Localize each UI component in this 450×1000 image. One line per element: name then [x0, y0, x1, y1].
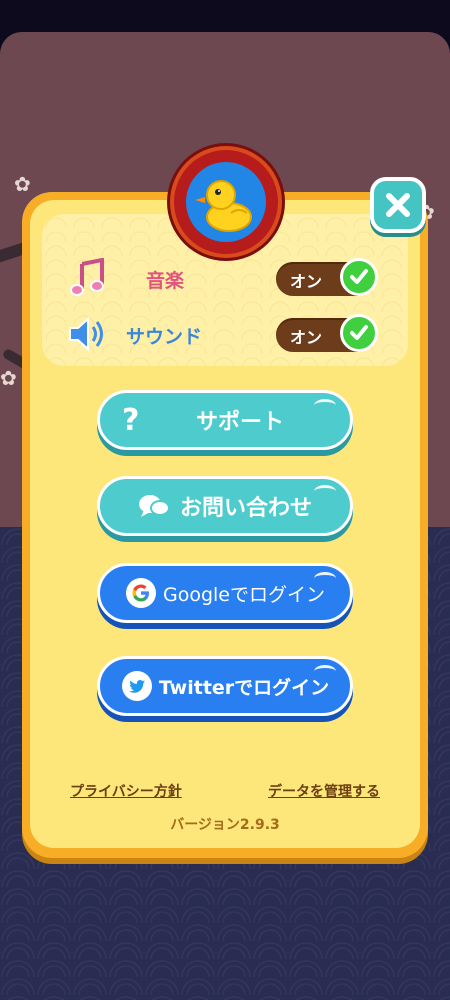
google-icon [125, 577, 157, 609]
chat-bubble-icon [138, 493, 170, 519]
player-avatar[interactable] [174, 150, 278, 254]
support-label: サポート [195, 410, 284, 435]
close-button[interactable] [370, 177, 426, 233]
sound-setting-row: サウンド オン [0, 312, 450, 356]
music-label: 音楽 [146, 270, 185, 292]
check-icon [340, 314, 378, 352]
button-shine [314, 665, 336, 678]
music-note-icon [66, 256, 110, 300]
button-shine [314, 572, 336, 585]
music-setting-row: 音楽 オン [0, 256, 450, 300]
twitter-icon [121, 670, 153, 702]
close-icon [386, 193, 410, 217]
sound-toggle[interactable]: オン [276, 314, 378, 352]
contact-label: お問い合わせ [179, 496, 312, 521]
twitter-login-label: Twitterでログイン [158, 676, 330, 699]
manage-data-link[interactable]: データを管理する [268, 781, 380, 801]
contact-button[interactable]: お問い合わせ [97, 476, 353, 536]
music-toggle-label: オン [290, 272, 323, 291]
google-login-button[interactable]: Googleでログイン [97, 563, 353, 623]
sound-toggle-label: オン [290, 328, 323, 347]
blossom-icon: ✿ [14, 172, 31, 196]
music-toggle[interactable]: オン [276, 258, 378, 296]
support-button[interactable]: ? サポート [97, 390, 353, 450]
version-text: バージョン2.9.3 [170, 817, 280, 833]
speaker-icon [66, 312, 110, 356]
duck-icon [186, 162, 266, 242]
blossom-icon: ✿ [0, 366, 17, 390]
google-login-label: Googleでログイン [162, 583, 325, 606]
button-shine [314, 399, 336, 412]
question-icon: ? [122, 402, 140, 438]
sound-label: サウンド [126, 326, 203, 348]
check-icon [340, 258, 378, 296]
button-shine [314, 485, 336, 498]
privacy-policy-link[interactable]: プライバシー方針 [70, 781, 182, 801]
twitter-login-button[interactable]: Twitterでログイン [97, 656, 353, 716]
